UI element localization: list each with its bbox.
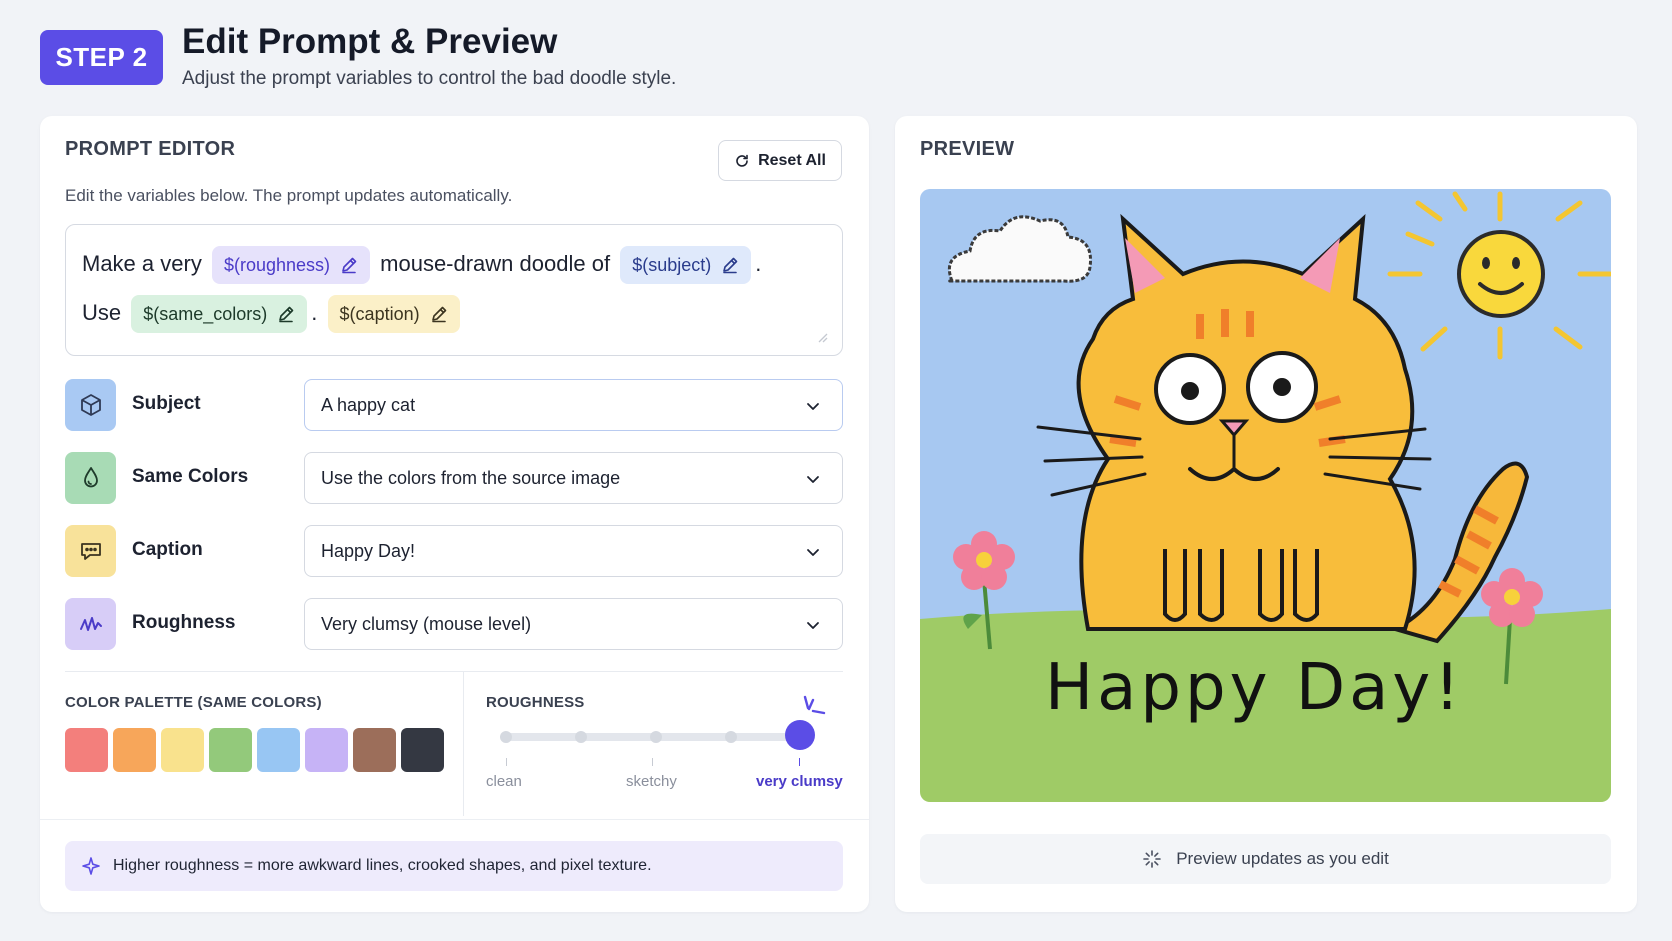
slider-tickline	[652, 758, 653, 766]
speech-bubble-icon	[65, 525, 116, 577]
sparkle-lines-icon	[803, 695, 826, 715]
caption-variable-chip[interactable]: $(caption)	[327, 295, 460, 334]
editor-description: Edit the variables below. The prompt upd…	[65, 186, 513, 205]
slider-stop-very-clumsy: very clumsy	[756, 773, 843, 790]
page-title: Edit Prompt & Preview	[182, 22, 558, 61]
divider	[463, 672, 464, 816]
prompt-editor-card: PROMPT EDITOR Reset All Edit the variabl…	[40, 116, 869, 912]
loading-sparkle-icon	[1143, 850, 1161, 868]
same-colors-field-row: Same Colors Use the colors from the sour…	[65, 452, 843, 504]
chevron-down-icon	[807, 403, 819, 410]
color-swatch[interactable]	[305, 728, 348, 772]
slider-stop-sketchy: sketchy	[626, 773, 677, 790]
pencil-icon[interactable]	[277, 305, 295, 323]
slider-tickline	[506, 758, 507, 766]
pencil-icon[interactable]	[721, 256, 739, 274]
slider-tick	[650, 731, 662, 743]
roughness-select[interactable]: Very clumsy (mouse level)	[304, 598, 843, 650]
same-colors-variable-label: $(same_colors)	[143, 304, 268, 325]
slider-tickline	[799, 758, 800, 766]
roughness-select-value: Very clumsy (mouse level)	[321, 613, 532, 634]
slider-tick	[725, 731, 737, 743]
preview-card: PREVIEW Happy Day! Preview updates as yo…	[895, 116, 1637, 912]
caption-select[interactable]: Happy Day!	[304, 525, 843, 577]
subject-label: Subject	[132, 393, 201, 414]
reset-all-button[interactable]: Reset All	[718, 140, 842, 181]
preview-status: Preview updates as you edit	[920, 834, 1611, 884]
chevron-down-icon	[807, 622, 819, 629]
color-swatch[interactable]	[353, 728, 396, 772]
same-colors-select[interactable]: Use the colors from the source image	[304, 452, 843, 504]
caption-label: Caption	[132, 539, 203, 560]
step-badge: STEP 2	[40, 30, 163, 85]
squiggle-icon	[65, 598, 116, 650]
chevron-down-icon	[807, 476, 819, 483]
roughness-label: Roughness	[132, 612, 236, 633]
droplet-icon	[65, 452, 116, 504]
prompt-text: Make a very	[82, 251, 202, 276]
prompt-editor-title: PROMPT EDITOR	[65, 138, 236, 160]
same-colors-label: Same Colors	[132, 466, 249, 487]
divider	[40, 819, 869, 820]
chevron-down-icon	[807, 549, 819, 556]
caption-select-value: Happy Day!	[321, 540, 416, 561]
subject-field-row: Subject A happy cat	[65, 379, 843, 431]
resize-handle-icon[interactable]	[816, 331, 828, 343]
pencil-icon[interactable]	[430, 305, 448, 323]
divider	[65, 671, 843, 672]
doodle-preview-image: Happy Day!	[920, 189, 1611, 802]
subject-select-value: A happy cat	[321, 394, 416, 415]
subject-select[interactable]: A happy cat	[304, 379, 843, 431]
color-palette-label: COLOR PALETTE (SAME COLORS)	[65, 694, 322, 711]
preview-title: PREVIEW	[920, 138, 1015, 160]
slider-stop-clean: clean	[486, 773, 522, 790]
roughness-slider-thumb[interactable]	[785, 720, 815, 750]
reset-all-label: Reset All	[758, 151, 826, 169]
pencil-icon[interactable]	[340, 256, 358, 274]
color-swatch[interactable]	[401, 728, 444, 772]
prompt-text: mouse-drawn doodle of	[380, 251, 611, 276]
color-swatch[interactable]	[113, 728, 156, 772]
slider-tick	[575, 731, 587, 743]
subject-variable-label: $(subject)	[632, 255, 712, 276]
same-colors-select-value: Use the colors from the source image	[321, 467, 621, 488]
roughness-slider-label: ROUGHNESS	[486, 694, 585, 711]
roughness-variable-chip[interactable]: $(roughness)	[211, 246, 371, 285]
prompt-text: .	[311, 300, 318, 325]
slider-tick	[500, 731, 512, 743]
cube-icon	[65, 379, 116, 431]
preview-status-text: Preview updates as you edit	[1176, 849, 1389, 868]
color-palette-swatches	[65, 728, 444, 772]
caption-field-row: Caption Happy Day!	[65, 525, 843, 577]
roughness-variable-label: $(roughness)	[223, 255, 331, 276]
roughness-field-row: Roughness Very clumsy (mouse level)	[65, 598, 843, 650]
same-colors-variable-chip[interactable]: $(same_colors)	[131, 295, 308, 334]
color-swatch[interactable]	[161, 728, 204, 772]
sparkle-icon	[82, 857, 100, 875]
caption-variable-label: $(caption)	[339, 304, 420, 325]
prompt-text: .	[755, 251, 762, 276]
page-subtitle: Adjust the prompt variables to control t…	[182, 68, 677, 89]
color-swatch[interactable]	[209, 728, 252, 772]
prompt-textarea[interactable]: Make a very $(roughness) mouse-drawn doo…	[65, 224, 843, 356]
roughness-tip-text: Higher roughness = more awkward lines, c…	[113, 857, 652, 874]
doodle-caption: Happy Day!	[1045, 651, 1464, 725]
color-swatch[interactable]	[65, 728, 108, 772]
prompt-text: Use	[82, 300, 122, 325]
color-swatch[interactable]	[257, 728, 300, 772]
refresh-icon	[736, 154, 748, 167]
subject-variable-chip[interactable]: $(subject)	[620, 246, 752, 285]
roughness-tip: Higher roughness = more awkward lines, c…	[65, 841, 843, 891]
